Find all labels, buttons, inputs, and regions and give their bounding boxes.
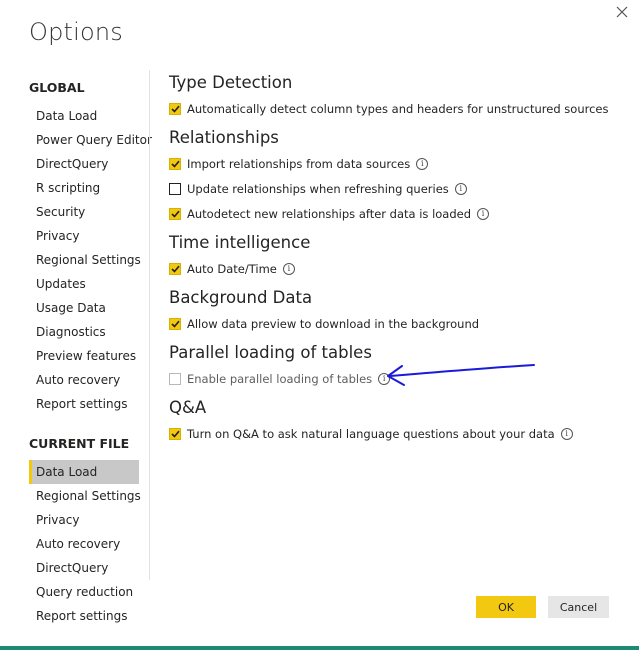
taskbar-strip [0,646,639,650]
option-import-relationships: Import relationships from data sources i [169,156,429,172]
parallel-loading-label: Enable parallel loading of tables [187,372,373,386]
parallel-loading-title: Parallel loading of tables [169,343,372,362]
auto-detect-types-checkbox[interactable] [169,103,181,115]
sidebar-item-r-scripting[interactable]: R scripting [29,176,139,200]
sidebar-item-file-directquery[interactable]: DirectQuery [29,556,139,580]
checkmark-icon [170,320,180,328]
sidebar-item-diagnostics[interactable]: Diagnostics [29,320,139,344]
sidebar-item-data-load[interactable]: Data Load [29,104,139,128]
sidebar-item-privacy[interactable]: Privacy [29,224,139,248]
background-data-title: Background Data [169,288,313,307]
qa-title: Q&A [169,398,207,417]
qa-label: Turn on Q&A to ask natural language ques… [187,427,555,441]
info-icon[interactable]: i [282,263,295,275]
sidebar-item-directquery[interactable]: DirectQuery [29,152,139,176]
sidebar: GLOBAL Data Load Power Query Editor Dire… [0,0,152,650]
sidebar-item-report-settings[interactable]: Report settings [29,392,139,416]
checkmark-icon [170,265,180,273]
sidebar-item-file-auto-recovery[interactable]: Auto recovery [29,532,139,556]
cancel-button[interactable]: Cancel [548,596,609,618]
sidebar-item-security[interactable]: Security [29,200,139,224]
sidebar-item-file-query-reduction[interactable]: Query reduction [29,580,139,604]
auto-date-time-label: Auto Date/Time [187,262,277,276]
sidebar-item-file-report-settings[interactable]: Report settings [29,604,139,628]
sidebar-item-regional-settings[interactable]: Regional Settings [29,248,141,272]
update-relationships-checkbox[interactable] [169,183,181,195]
sidebar-item-file-privacy[interactable]: Privacy [29,508,139,532]
checkmark-icon [170,210,180,218]
info-icon[interactable]: i [454,183,467,195]
background-preview-checkbox[interactable] [169,318,181,330]
info-icon[interactable]: i [477,208,490,220]
option-background-preview: Allow data preview to download in the ba… [169,316,479,332]
time-intelligence-title: Time intelligence [169,233,311,252]
sidebar-item-preview-features[interactable]: Preview features [29,344,139,368]
option-update-relationships: Update relationships when refreshing que… [169,181,467,197]
auto-detect-types-label: Automatically detect column types and he… [187,102,609,116]
sidebar-item-power-query-editor[interactable]: Power Query Editor [29,128,152,152]
auto-date-time-checkbox[interactable] [169,263,181,275]
close-button[interactable] [612,2,632,22]
sidebar-item-file-data-load[interactable]: Data Load [29,460,139,484]
option-autodetect-relationships: Autodetect new relationships after data … [169,206,490,222]
option-qa: Turn on Q&A to ask natural language ques… [169,426,573,442]
option-parallel-loading: Enable parallel loading of tables i [169,371,391,387]
info-icon[interactable]: i [416,158,429,170]
type-detection-title: Type Detection [169,73,293,92]
relationships-title: Relationships [169,128,279,147]
checkmark-icon [170,160,180,168]
global-nav-list: Data Load Power Query Editor DirectQuery… [29,104,152,416]
global-heading: GLOBAL [29,80,85,95]
background-preview-label: Allow data preview to download in the ba… [187,317,480,331]
current-file-heading: CURRENT FILE [29,436,130,451]
checkmark-icon [170,105,180,113]
parallel-loading-checkbox [169,373,181,385]
info-icon[interactable]: i [560,428,573,440]
checkmark-icon [170,430,180,438]
sidebar-item-updates[interactable]: Updates [29,272,139,296]
import-relationships-label: Import relationships from data sources [187,157,411,171]
current-file-nav-list: Data Load Regional Settings Privacy Auto… [29,460,141,628]
option-auto-detect-types: Automatically detect column types and he… [169,101,608,117]
ok-button[interactable]: OK [476,596,536,618]
qa-checkbox[interactable] [169,428,181,440]
annotation-arrow [387,364,535,386]
sidebar-item-auto-recovery[interactable]: Auto recovery [29,368,139,392]
option-auto-date-time: Auto Date/Time i [169,261,295,277]
sidebar-item-usage-data[interactable]: Usage Data [29,296,139,320]
sidebar-item-file-regional-settings[interactable]: Regional Settings [29,484,141,508]
update-relationships-label: Update relationships when refreshing que… [187,182,449,196]
autodetect-relationships-label: Autodetect new relationships after data … [187,207,472,221]
sidebar-divider [149,70,150,580]
autodetect-relationships-checkbox[interactable] [169,208,181,220]
close-icon [616,6,628,18]
import-relationships-checkbox[interactable] [169,158,181,170]
